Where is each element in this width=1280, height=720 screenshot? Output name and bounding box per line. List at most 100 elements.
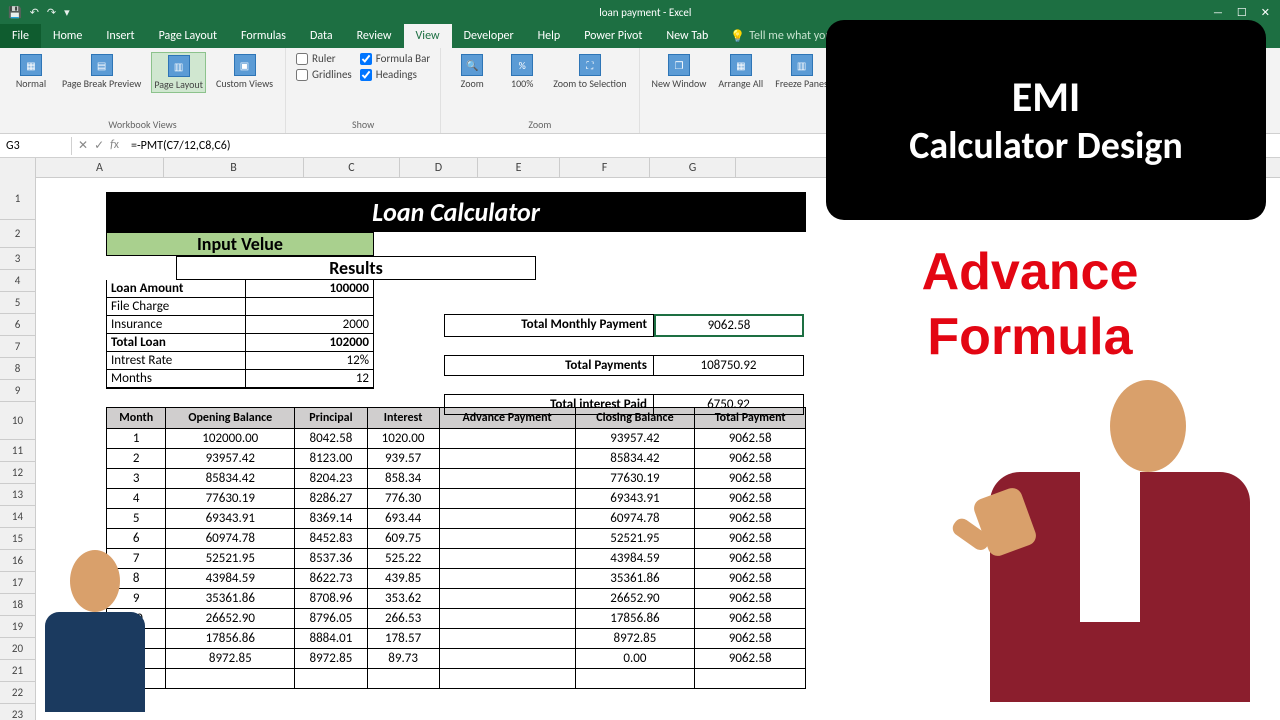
- page-layout-button[interactable]: ▥Page Layout: [151, 52, 206, 93]
- row-header[interactable]: 4: [0, 270, 35, 292]
- schedule-row[interactable]: 128972.858972.8589.730.009062.58: [107, 649, 806, 669]
- schedule-row[interactable]: 385834.428204.23858.3477630.199062.58: [107, 469, 806, 489]
- group-label: Zoom: [528, 118, 551, 131]
- row-header[interactable]: 11: [0, 440, 35, 462]
- redo-icon[interactable]: ↷: [47, 6, 56, 19]
- row-header[interactable]: 10: [0, 402, 35, 440]
- person-photo-left: [30, 550, 160, 720]
- schedule-row[interactable]: 477630.198286.27776.3069343.919062.58: [107, 489, 806, 509]
- column-header[interactable]: G: [650, 158, 736, 177]
- cancel-formula-icon[interactable]: ✕: [78, 138, 88, 153]
- row-header[interactable]: 15: [0, 528, 35, 550]
- zoom-100-button[interactable]: %100%: [501, 52, 543, 91]
- overlay-subtitle: Advance Formula: [840, 240, 1220, 370]
- row-header[interactable]: 7: [0, 336, 35, 358]
- schedule-header: Interest: [367, 408, 439, 429]
- freeze-panes-button[interactable]: ▥Freeze Panes: [773, 52, 830, 91]
- row-header[interactable]: 14: [0, 506, 35, 528]
- headings-checkbox[interactable]: Headings: [360, 68, 417, 81]
- tab-page-layout[interactable]: Page Layout: [147, 24, 229, 48]
- lightbulb-icon: 💡: [730, 29, 745, 44]
- column-header[interactable]: B: [164, 158, 304, 177]
- qat-dropdown-icon[interactable]: ▾: [64, 6, 70, 19]
- schedule-row[interactable]: 569343.918369.14693.4460974.789062.58: [107, 509, 806, 529]
- schedule-table: MonthOpening BalancePrincipalInterestAdv…: [106, 407, 806, 689]
- schedule-row[interactable]: 293957.428123.00939.5785834.429062.58: [107, 449, 806, 469]
- tab-data[interactable]: Data: [298, 24, 345, 48]
- schedule-row[interactable]: 660974.788452.83609.7552521.959062.58: [107, 529, 806, 549]
- input-row[interactable]: File Charge: [107, 298, 373, 316]
- input-table: Loan Amount100000File ChargeInsurance200…: [106, 280, 374, 389]
- fx-icon[interactable]: fx: [110, 138, 119, 153]
- column-header[interactable]: F: [560, 158, 650, 177]
- schedule-row[interactable]: 752521.958537.36525.2243984.599062.58: [107, 549, 806, 569]
- arrange-all-button[interactable]: ▦Arrange All: [716, 52, 765, 91]
- normal-view-button[interactable]: ▦Normal: [10, 52, 52, 91]
- calculator-title: Loan Calculator: [106, 192, 806, 232]
- maximize-icon[interactable]: ☐: [1237, 6, 1247, 19]
- tab-review[interactable]: Review: [345, 24, 404, 48]
- enter-formula-icon[interactable]: ✓: [94, 138, 104, 153]
- column-header[interactable]: A: [36, 158, 164, 177]
- schedule-row[interactable]: 1026652.908796.05266.5317856.869062.58: [107, 609, 806, 629]
- result-row[interactable]: Total Monthly Payment9062.58: [444, 314, 806, 337]
- tab-file[interactable]: File: [0, 24, 41, 48]
- formula-bar-checkbox[interactable]: Formula Bar: [360, 52, 430, 65]
- row-header[interactable]: 2: [0, 220, 35, 248]
- tab-home[interactable]: Home: [41, 24, 94, 48]
- window-controls: — ☐ ✕: [1213, 6, 1280, 19]
- group-workbook-views: ▦Normal ▤Page Break Preview ▥Page Layout…: [0, 48, 286, 133]
- row-header[interactable]: 9: [0, 380, 35, 402]
- column-header[interactable]: C: [304, 158, 400, 177]
- zoom-button[interactable]: 🔍Zoom: [451, 52, 493, 91]
- row-header[interactable]: 3: [0, 248, 35, 270]
- tab-help[interactable]: Help: [526, 24, 573, 48]
- tab-new-tab[interactable]: New Tab: [654, 24, 720, 48]
- gridlines-checkbox[interactable]: Gridlines: [296, 68, 352, 81]
- group-show: Ruler Gridlines Formula Bar Headings Sho…: [286, 48, 441, 133]
- schedule-header: Opening Balance: [166, 408, 295, 429]
- select-all-corner[interactable]: [0, 158, 36, 178]
- column-header[interactable]: E: [478, 158, 560, 177]
- save-icon[interactable]: 💾: [8, 6, 22, 19]
- minimize-icon[interactable]: —: [1213, 6, 1223, 19]
- input-row[interactable]: Intrest Rate12%: [107, 352, 373, 370]
- result-row[interactable]: Total Payments108750.92: [444, 355, 806, 376]
- schedule-row[interactable]: 843984.598622.73439.8535361.869062.58: [107, 569, 806, 589]
- tab-formulas[interactable]: Formulas: [229, 24, 298, 48]
- ruler-checkbox[interactable]: Ruler: [296, 52, 336, 65]
- input-row[interactable]: Loan Amount100000: [107, 280, 373, 298]
- loan-calculator: Loan Calculator Input Velue Results Loan…: [106, 192, 806, 689]
- schedule-row[interactable]: 935361.868708.96353.6226652.909062.58: [107, 589, 806, 609]
- tab-view[interactable]: View: [404, 24, 452, 48]
- schedule-header: Month: [107, 408, 166, 429]
- column-header[interactable]: D: [400, 158, 478, 177]
- row-header[interactable]: 6: [0, 314, 35, 336]
- name-box[interactable]: G3: [0, 137, 72, 155]
- person-photo-right: [970, 380, 1270, 720]
- schedule-row[interactable]: [107, 669, 806, 689]
- row-header[interactable]: 5: [0, 292, 35, 314]
- row-header[interactable]: 12: [0, 462, 35, 484]
- result-row[interactable]: Total interest Paid6750.92: [444, 394, 806, 415]
- row-header[interactable]: 8: [0, 358, 35, 380]
- tab-power-pivot[interactable]: Power Pivot: [572, 24, 654, 48]
- custom-views-button[interactable]: ▣Custom Views: [214, 52, 275, 91]
- page-break-preview-button[interactable]: ▤Page Break Preview: [60, 52, 143, 91]
- tab-developer[interactable]: Developer: [452, 24, 526, 48]
- undo-icon[interactable]: ↶: [30, 6, 39, 19]
- row-header[interactable]: 13: [0, 484, 35, 506]
- tab-insert[interactable]: Insert: [94, 24, 146, 48]
- close-icon[interactable]: ✕: [1261, 6, 1270, 19]
- schedule-row[interactable]: 1117856.868884.01178.578972.859062.58: [107, 629, 806, 649]
- quick-access-toolbar: 💾 ↶ ↷ ▾: [0, 6, 78, 19]
- new-window-button[interactable]: ❐New Window: [650, 52, 709, 91]
- row-header[interactable]: 1: [0, 178, 35, 220]
- schedule-header: Principal: [295, 408, 368, 429]
- input-header: Input Velue: [106, 232, 374, 256]
- input-row[interactable]: Insurance2000: [107, 316, 373, 334]
- zoom-to-selection-button[interactable]: ⛶Zoom to Selection: [551, 52, 628, 91]
- input-row[interactable]: Months12: [107, 370, 373, 388]
- group-label: Workbook Views: [108, 118, 176, 131]
- input-row[interactable]: Total Loan102000: [107, 334, 373, 352]
